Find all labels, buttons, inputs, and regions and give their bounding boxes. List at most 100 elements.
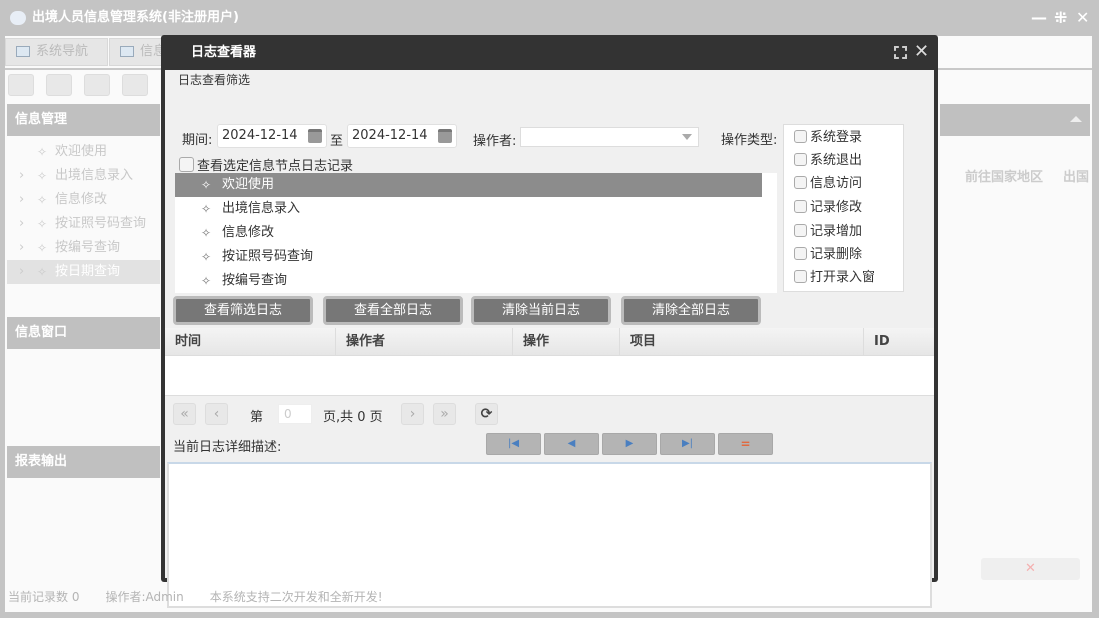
- operator-select[interactable]: [520, 127, 699, 147]
- page-number-input[interactable]: 0: [278, 404, 312, 424]
- checkbox[interactable]: [179, 157, 194, 172]
- collapse-up-icon[interactable]: [1070, 116, 1082, 122]
- tab-label: 系统导航: [36, 44, 89, 59]
- checkbox[interactable]: [794, 130, 807, 143]
- log-detail-textarea[interactable]: [167, 462, 932, 608]
- next-icon[interactable]: ▶: [602, 433, 657, 455]
- node-item[interactable]: ✧ 按编号查询: [175, 269, 762, 293]
- column-operator[interactable]: 操作者: [336, 328, 513, 356]
- record-count: 当前记录数 0: [8, 590, 80, 604]
- view-all-logs-button[interactable]: 查看全部日志: [323, 296, 463, 325]
- wand-icon: ✧: [201, 250, 212, 264]
- checkbox-label: 系统登录: [810, 130, 863, 145]
- tree-item-selected[interactable]: › ✧ 按日期查询: [7, 260, 160, 284]
- first-icon[interactable]: |◀: [486, 433, 541, 455]
- filter-group-label: 日志查看筛选: [178, 73, 251, 87]
- checkbox-label: 系统退出: [810, 153, 863, 168]
- first-page-icon[interactable]: «: [173, 403, 196, 425]
- cancel-icon[interactable]: ✕: [981, 558, 1080, 580]
- close-icon[interactable]: ✕: [914, 41, 929, 62]
- next-page-icon[interactable]: ›: [401, 403, 424, 425]
- date-to-value: 2024-12-14: [352, 128, 428, 143]
- restore-icon[interactable]: ⁜: [1054, 8, 1067, 27]
- status-note: 本系统支持二次开发和全新开发!: [209, 590, 383, 604]
- node-log-checkbox[interactable]: 查看选定信息节点日志记录: [179, 155, 353, 174]
- column-time[interactable]: 时间: [165, 328, 336, 356]
- node-label: 信息修改: [222, 225, 275, 240]
- checkbox[interactable]: [794, 224, 807, 237]
- checkbox-label: 记录修改: [810, 200, 863, 215]
- checkbox-label: 记录删除: [810, 247, 863, 262]
- date-from-value: 2024-12-14: [222, 128, 298, 143]
- app-close-icon[interactable]: ✕: [1076, 8, 1089, 27]
- chevron-right-icon[interactable]: ›: [19, 212, 24, 236]
- maximize-icon[interactable]: [894, 46, 907, 59]
- node-tree-list: ✧ 欢迎使用 ✧ 出境信息录入 ✧ 信息修改 ✧ 按证照号码查询 ✧ 按编号查询: [175, 173, 777, 293]
- type-checkbox-delete[interactable]: 记录删除: [794, 243, 862, 266]
- column-operation[interactable]: 操作: [513, 328, 620, 356]
- tree-label: 按编号查询: [55, 240, 121, 255]
- node-item[interactable]: ✧ 出境信息录入: [175, 197, 762, 221]
- chevron-right-icon[interactable]: ›: [19, 188, 24, 212]
- log-grid-header: 时间 操作者 操作 项目 ID: [165, 328, 934, 356]
- tree-item[interactable]: › ✧ 按编号查询: [7, 236, 160, 260]
- refresh-icon[interactable]: ⟳: [475, 403, 498, 425]
- type-checkbox-add[interactable]: 记录增加: [794, 220, 862, 243]
- dialog-title: 日志查看器: [191, 45, 257, 60]
- column-header-departure[interactable]: 出国: [1063, 164, 1089, 192]
- tree-item[interactable]: › ✧ 出境信息录入: [7, 164, 160, 188]
- section-info-window[interactable]: 信息窗口: [7, 317, 160, 349]
- tree-item[interactable]: ✧ 欢迎使用: [7, 140, 160, 164]
- date-to-input[interactable]: 2024-12-14: [347, 124, 457, 148]
- type-checkbox-login[interactable]: 系统登录: [794, 126, 862, 149]
- node-item[interactable]: ✧ 按证照号码查询: [175, 245, 762, 269]
- clear-all-logs-button[interactable]: 清除全部日志: [621, 296, 761, 325]
- section-report-output[interactable]: 报表输出: [7, 446, 160, 478]
- list-tool-icon[interactable]: [46, 74, 72, 96]
- clear-current-log-button[interactable]: 清除当前日志: [471, 296, 611, 325]
- type-checkbox-logout[interactable]: 系统退出: [794, 149, 862, 172]
- calendar-icon[interactable]: [438, 129, 452, 143]
- prev-page-icon[interactable]: ‹: [205, 403, 228, 425]
- checkbox[interactable]: [794, 200, 807, 213]
- type-checkbox-open-entry[interactable]: 打开录入窗: [794, 266, 875, 289]
- view-filtered-logs-button[interactable]: 查看筛选日志: [173, 296, 313, 325]
- node-item-selected[interactable]: ✧ 欢迎使用: [175, 173, 762, 197]
- checkbox[interactable]: [794, 247, 807, 260]
- date-from-input[interactable]: 2024-12-14: [217, 124, 327, 148]
- last-icon[interactable]: ▶|: [660, 433, 715, 455]
- checkbox[interactable]: [794, 153, 807, 166]
- chevron-right-icon[interactable]: ›: [19, 236, 24, 260]
- type-checkbox-modify[interactable]: 记录修改: [794, 196, 862, 219]
- search-tool-icon[interactable]: [8, 74, 34, 96]
- column-item[interactable]: 项目: [620, 328, 864, 356]
- tree-label: 出境信息录入: [55, 168, 134, 183]
- wand-icon: ✧: [37, 217, 48, 231]
- tab-system-nav[interactable]: 系统导航: [5, 38, 108, 66]
- type-checkbox-access[interactable]: 信息访问: [794, 172, 862, 195]
- tab-info[interactable]: 信息: [109, 38, 169, 66]
- tree-item[interactable]: › ✧ 按证照号码查询: [7, 212, 160, 236]
- calendar-icon[interactable]: [308, 129, 322, 143]
- section-info-management[interactable]: 信息管理: [7, 104, 160, 136]
- node-item[interactable]: ✧ 信息修改: [175, 221, 762, 245]
- document-tool-icon[interactable]: [84, 74, 110, 96]
- tree-item[interactable]: › ✧ 信息修改: [7, 188, 160, 212]
- chevron-right-icon[interactable]: ›: [19, 260, 24, 284]
- last-page-icon[interactable]: »: [433, 403, 456, 425]
- wand-icon: ✧: [37, 241, 48, 255]
- tree-label: 按日期查询: [55, 264, 121, 279]
- wand-icon: ✧: [37, 265, 48, 279]
- checkbox[interactable]: [794, 270, 807, 283]
- node-label: 按编号查询: [222, 273, 288, 288]
- chevron-right-icon[interactable]: ›: [19, 164, 24, 188]
- user-tool-icon[interactable]: [122, 74, 148, 96]
- column-header-destination[interactable]: 前往国家地区: [965, 164, 1043, 192]
- checkbox[interactable]: [794, 176, 807, 189]
- column-id[interactable]: ID: [864, 328, 934, 356]
- log-grid-body: [165, 356, 934, 396]
- minimize-icon[interactable]: —: [1031, 8, 1047, 27]
- minus-icon[interactable]: =: [718, 433, 773, 455]
- prev-icon[interactable]: ◀: [544, 433, 599, 455]
- operation-type-list: 系统登录 系统退出 信息访问 记录修改 记录增加 记录删除 打开录入窗: [783, 124, 904, 292]
